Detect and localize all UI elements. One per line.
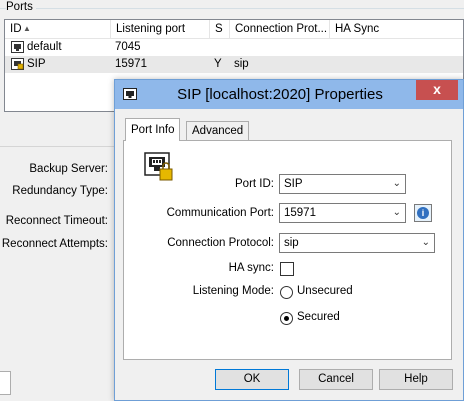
dialog-title: SIP [localhost:2020] Properties	[177, 86, 383, 103]
ok-button-label: OK	[243, 373, 261, 385]
tab-port-info[interactable]: Port Info	[125, 118, 181, 141]
chevron-down-icon: ⌄	[392, 178, 401, 189]
sort-ascending-icon: ▲	[23, 24, 31, 33]
column-header-label: Connection Prot...	[235, 23, 328, 35]
unsecured-radio-label: Unsecured	[297, 285, 353, 297]
dialog-titlebar[interactable]: SIP [localhost:2020] Properties x	[115, 80, 463, 109]
reconnect-attempts-label: Reconnect Attempts:	[1, 238, 108, 250]
radio-selected-dot	[284, 316, 289, 321]
network-port-icon	[11, 41, 24, 53]
chevron-down-icon: ⌄	[421, 237, 430, 248]
tab-advanced[interactable]: Advanced	[186, 121, 250, 141]
cancel-button-label: Cancel	[318, 373, 354, 385]
help-button-label: Help	[404, 373, 428, 385]
column-header-label: S	[215, 23, 223, 35]
port-info-panel: Port ID: SIP ⌄ Communication Port: 15971…	[123, 140, 452, 360]
dialog-body: Port Info Advanced Port ID: SIP ⌄ Commun…	[123, 116, 455, 396]
communication-port-value: 15971	[284, 207, 316, 219]
secured-radio[interactable]	[280, 312, 293, 325]
row-listening-port: 15971	[115, 58, 147, 70]
column-header-listening-port[interactable]: Listening port	[111, 20, 210, 38]
help-button[interactable]: Help	[379, 369, 453, 390]
port-info-button[interactable]: i	[414, 204, 432, 222]
network-port-secure-icon	[11, 58, 24, 70]
column-header-label: Listening port	[116, 23, 186, 35]
port-id-combobox[interactable]: SIP ⌄	[279, 174, 406, 194]
cancel-button[interactable]: Cancel	[299, 369, 373, 390]
ports-list-header: ID ▲ Listening port S Connection Prot...…	[5, 20, 463, 39]
chevron-down-icon: ⌄	[392, 207, 401, 218]
column-header-label: HA Sync	[335, 23, 380, 35]
row-id: SIP	[27, 58, 46, 70]
ports-group-border	[0, 8, 464, 9]
column-header-label: ID	[10, 23, 22, 35]
backup-server-label: Backup Server:	[29, 163, 108, 175]
column-header-connection-protocol[interactable]: Connection Prot...	[230, 20, 330, 38]
section-divider	[0, 146, 120, 147]
communication-port-label: Communication Port:	[166, 207, 274, 219]
connection-protocol-combobox[interactable]: sip ⌄	[279, 233, 435, 253]
row-listening-port: 7045	[115, 41, 141, 53]
column-header-s[interactable]: S	[210, 20, 230, 38]
port-id-label: Port ID:	[235, 178, 274, 190]
unsecured-radio[interactable]	[280, 286, 293, 299]
communication-port-combobox[interactable]: 15971 ⌄	[279, 203, 406, 223]
info-icon: i	[417, 207, 429, 219]
reconnect-timeout-label: Reconnect Timeout:	[5, 215, 108, 227]
partial-input-field[interactable]	[0, 371, 11, 395]
ok-button[interactable]: OK	[215, 369, 289, 390]
close-button[interactable]: x	[416, 80, 458, 100]
connection-protocol-value: sip	[284, 237, 299, 249]
secured-radio-label: Secured	[297, 311, 340, 323]
ports-group-label: Ports	[6, 1, 36, 13]
listening-mode-label: Listening Mode:	[192, 285, 274, 297]
row-id: default	[27, 41, 62, 53]
table-row[interactable]: default 7045	[5, 39, 463, 56]
connection-protocol-label: Connection Protocol:	[167, 237, 274, 249]
tab-label: Port Info	[131, 124, 175, 136]
row-connection-protocol: sip	[234, 58, 249, 70]
port-id-value: SIP	[284, 178, 303, 190]
column-header-ha-sync[interactable]: HA Sync	[330, 20, 463, 38]
redundancy-type-label: Redundancy Type:	[12, 185, 108, 197]
column-header-id[interactable]: ID ▲	[5, 20, 111, 38]
row-s: Y	[214, 58, 222, 70]
ha-sync-checkbox[interactable]	[280, 262, 294, 276]
tab-label: Advanced	[192, 125, 244, 137]
properties-dialog: SIP [localhost:2020] Properties x Port I…	[114, 79, 464, 401]
close-icon: x	[433, 81, 441, 97]
ha-sync-label: HA sync:	[228, 262, 274, 274]
table-row[interactable]: SIP 15971 Y sip	[5, 56, 463, 73]
